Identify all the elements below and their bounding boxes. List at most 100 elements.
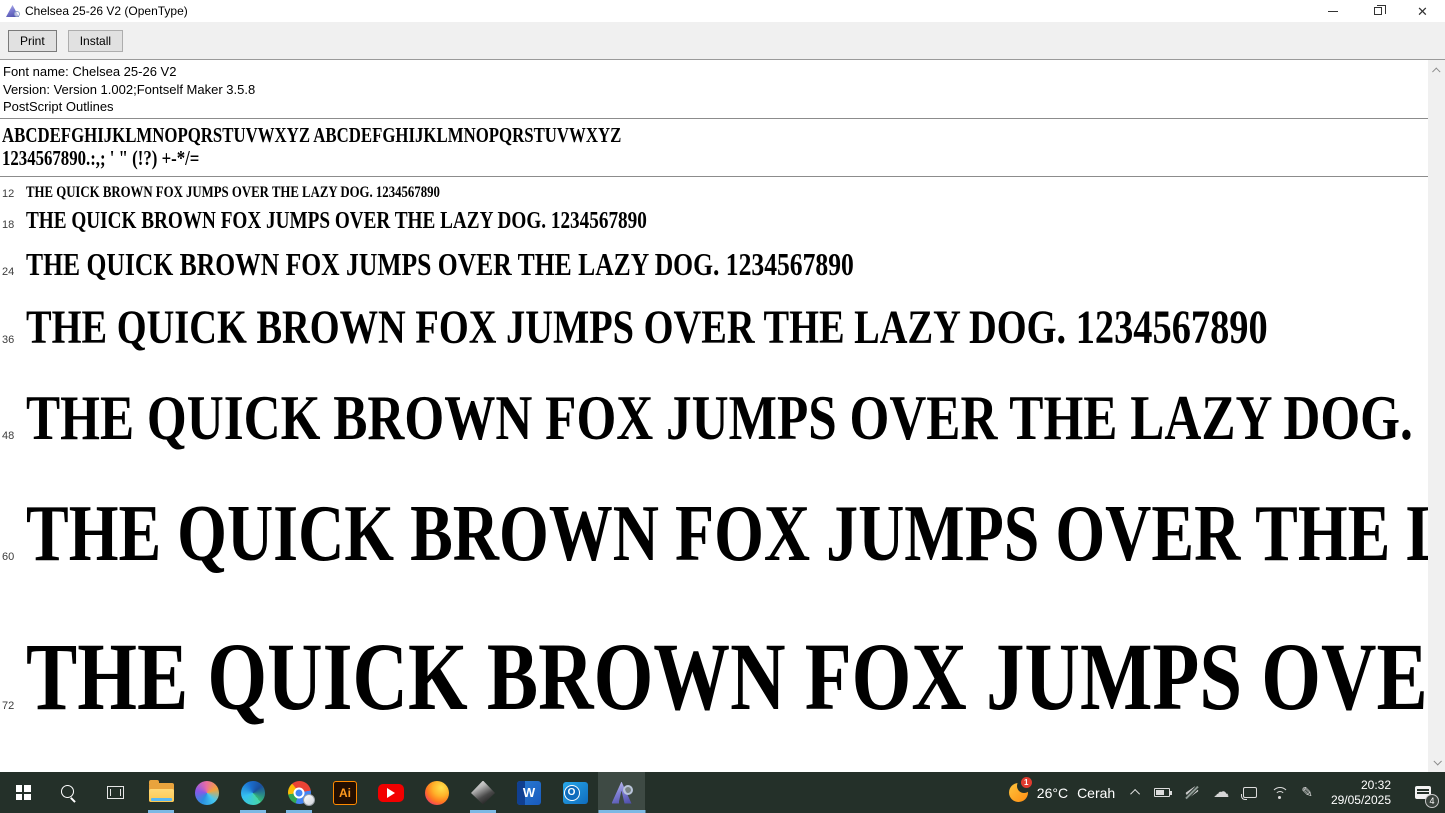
sample-row-48: 48 THE QUICK BROWN FOX JUMPS OVER THE LA… [0, 381, 1428, 473]
notification-count-badge: 4 [1425, 794, 1439, 808]
sample-text: THE QUICK BROWN FOX JUMPS OVER THE LAZY … [26, 245, 1428, 283]
taskbar-item-copilot[interactable] [184, 772, 230, 813]
sample-text: THE QUICK BROWN FOX JUMPS OVER THE LAZY … [26, 207, 1428, 236]
connect-device-icon[interactable] [1243, 787, 1257, 798]
weather-temperature: 26°C [1037, 785, 1068, 801]
print-button[interactable]: Print [8, 30, 57, 52]
edge-icon [241, 781, 265, 805]
chrome-overlay-badge [303, 794, 315, 806]
windows-logo-icon [16, 785, 31, 800]
font-viewer-app-icon [6, 5, 19, 17]
titlebar: Chelsea 25-26 V2 (OpenType) ✕ [0, 0, 1445, 22]
size-label: 24 [0, 253, 26, 291]
install-button[interactable]: Install [68, 30, 123, 52]
chevron-up-icon [1432, 67, 1440, 75]
charset-letters: ABCDEFGHIJKLMNOPQRSTUVWXYZ ABCDEFGHIJKLM… [2, 124, 1428, 147]
taskbar-item-font-viewer-active[interactable] [598, 772, 645, 813]
chrome-icon [288, 781, 311, 804]
sample-row-24: 24 THE QUICK BROWN FOX JUMPS OVER THE LA… [0, 245, 1428, 291]
windows-ink-icon[interactable]: ✎ [1301, 784, 1313, 801]
illustrator-icon: Ai [333, 781, 357, 805]
youtube-icon [378, 784, 404, 802]
charset-block: ABCDEFGHIJKLMNOPQRSTUVWXYZ ABCDEFGHIJKLM… [0, 119, 1428, 176]
taskbar-item-edge[interactable] [230, 772, 276, 813]
taskbar-clock[interactable]: 20:32 29/05/2025 [1321, 778, 1401, 808]
close-button[interactable]: ✕ [1400, 0, 1445, 22]
sample-text: THE QUICK BROWN FOX JUMPS OVER THE LAZY … [26, 622, 1428, 732]
taskbar-item-search[interactable] [46, 772, 92, 813]
task-view-icon [107, 786, 124, 799]
vertical-scrollbar[interactable] [1428, 60, 1445, 772]
action-center-button[interactable]: 4 [1401, 772, 1445, 813]
divider-samples [0, 176, 1428, 177]
weather-alert-badge: 1 [1021, 777, 1032, 788]
onedrive-cloud-icon[interactable]: ☁ [1213, 785, 1229, 801]
taskbar-item-outlook[interactable] [552, 772, 598, 813]
system-tray: ☁ ✎ [1125, 784, 1321, 801]
taskbar-item-chrome[interactable] [276, 772, 322, 813]
preview-scroll-area: Font name: Chelsea 25-26 V2 Version: Ver… [0, 60, 1428, 772]
size-label: 48 [0, 399, 26, 473]
font-version-line: Version: Version 1.002;Fontself Maker 3.… [3, 81, 1428, 99]
start-button[interactable] [0, 772, 46, 813]
taskbar-item-illustrator[interactable]: Ai [322, 772, 368, 813]
taskbar-item-task-view[interactable] [92, 772, 138, 813]
close-icon: ✕ [1417, 5, 1428, 18]
scroll-down-button[interactable] [1428, 753, 1445, 770]
chevron-down-icon [1433, 757, 1441, 765]
size-label: 36 [0, 312, 26, 368]
font-name-line: Font name: Chelsea 25-26 V2 [3, 63, 1428, 81]
hidden-icons-chevron-icon[interactable] [1130, 789, 1140, 799]
sample-row-12: 12 THE QUICK BROWN FOX JUMPS OVER THE LA… [0, 183, 1428, 204]
size-label: 72 [0, 651, 26, 761]
outlook-icon [563, 782, 588, 804]
minimize-button[interactable] [1310, 0, 1355, 22]
taskbar-item-youtube[interactable] [368, 772, 414, 813]
size-label: 18 [0, 211, 26, 240]
sample-row-36: 36 THE QUICK BROWN FOX JUMPS OVER THE LA… [0, 300, 1428, 368]
taskbar: Ai W 1 [0, 772, 1445, 813]
taskbar-item-file-explorer[interactable] [138, 772, 184, 813]
taskbar-tray-area: 1 26°C Cerah ☁ ✎ 20:32 29/05/2025 4 [999, 772, 1445, 813]
clock-date: 29/05/2025 [1331, 793, 1391, 808]
battery-icon[interactable] [1154, 788, 1170, 797]
weather-widget[interactable]: 1 26°C Cerah [999, 772, 1125, 813]
clear-night-weather-icon: 1 [1009, 783, 1028, 802]
file-explorer-icon [149, 783, 174, 802]
font-info-block: Font name: Chelsea 25-26 V2 Version: Ver… [0, 60, 1428, 118]
sample-text: THE QUICK BROWN FOX JUMPS OVER THE LAZY … [26, 300, 1428, 356]
clock-time: 20:32 [1331, 778, 1391, 793]
charset-symbols: 1234567890.:,; ' " (!?) +-*/= [2, 147, 1428, 170]
word-icon: W [517, 781, 541, 805]
pen-disabled-icon[interactable] [1184, 785, 1199, 800]
size-label: 12 [0, 184, 26, 204]
taskbar-item-word[interactable]: W [506, 772, 552, 813]
restore-button[interactable] [1355, 0, 1400, 22]
scroll-up-button[interactable] [1428, 62, 1445, 79]
firefox-icon [425, 781, 449, 805]
sample-text: THE QUICK BROWN FOX JUMPS OVER THE LAZY … [26, 488, 1428, 580]
toolbar: Print Install [0, 22, 1445, 60]
font-viewer-window: Chelsea 25-26 V2 (OpenType) ✕ Print Inst… [0, 0, 1445, 772]
taskbar-apps: Ai W [0, 772, 645, 813]
font-viewer-icon [610, 782, 634, 804]
size-label: 60 [0, 511, 26, 603]
sample-row-18: 18 THE QUICK BROWN FOX JUMPS OVER THE LA… [0, 207, 1428, 240]
minimize-icon [1328, 11, 1338, 12]
wifi-icon[interactable] [1271, 787, 1287, 799]
sample-row-72: 72 THE QUICK BROWN FOX JUMPS OVER THE LA… [0, 622, 1428, 761]
sample-text: THE QUICK BROWN FOX JUMPS OVER THE LAZY … [26, 381, 1428, 455]
window-title: Chelsea 25-26 V2 (OpenType) [25, 4, 1310, 18]
font-preview-content: Font name: Chelsea 25-26 V2 Version: Ver… [0, 60, 1445, 772]
inkscape-icon [471, 781, 495, 805]
search-icon [60, 784, 78, 802]
sample-row-60: 60 THE QUICK BROWN FOX JUMPS OVER THE LA… [0, 488, 1428, 603]
weather-condition: Cerah [1077, 785, 1115, 801]
copilot-icon [195, 781, 219, 805]
taskbar-item-inkscape[interactable] [460, 772, 506, 813]
magnifier-lens [14, 11, 20, 17]
sample-text: THE QUICK BROWN FOX JUMPS OVER THE LAZY … [26, 183, 1428, 203]
restore-icon [1374, 7, 1382, 15]
window-controls: ✕ [1310, 0, 1445, 22]
taskbar-item-firefox[interactable] [414, 772, 460, 813]
